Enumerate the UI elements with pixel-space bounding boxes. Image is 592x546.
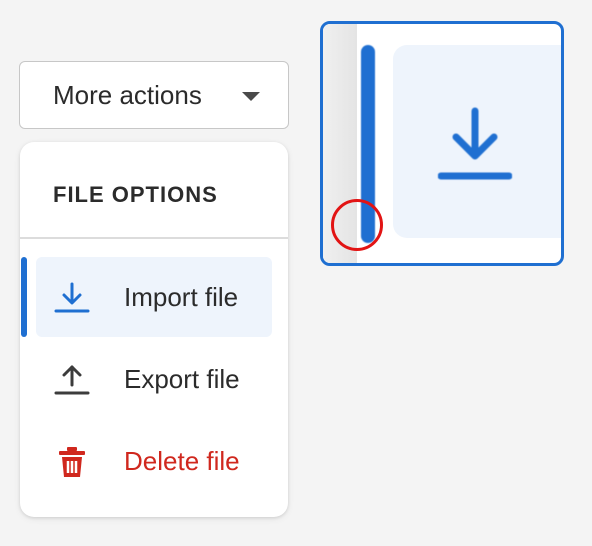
more-actions-button[interactable]: More actions [19,61,289,129]
trash-icon [59,447,85,477]
download-icon [54,282,90,313]
menu-item-export-file[interactable]: Export file [36,339,272,419]
menu-heading: FILE OPTIONS [53,182,218,207]
menu-item-delete-file[interactable]: Delete file [36,421,272,501]
menu-divider [20,237,288,239]
file-options-menu: FILE OPTIONS Import file Export file Del… [20,142,288,517]
highlight-ring [331,199,383,251]
caret-down-icon [242,92,260,101]
active-item-indicator [21,257,27,337]
download-icon [438,107,512,180]
menu-item-import-file[interactable]: Import file [36,257,272,337]
menu-item-label: Delete file [124,445,240,476]
page: More actions FILE OPTIONS Import file Ex… [0,0,592,546]
upload-icon [54,365,90,395]
menu-item-label: Import file [124,281,239,312]
menu-item-label: Export file [124,363,240,394]
more-actions-label: More actions [53,79,202,110]
